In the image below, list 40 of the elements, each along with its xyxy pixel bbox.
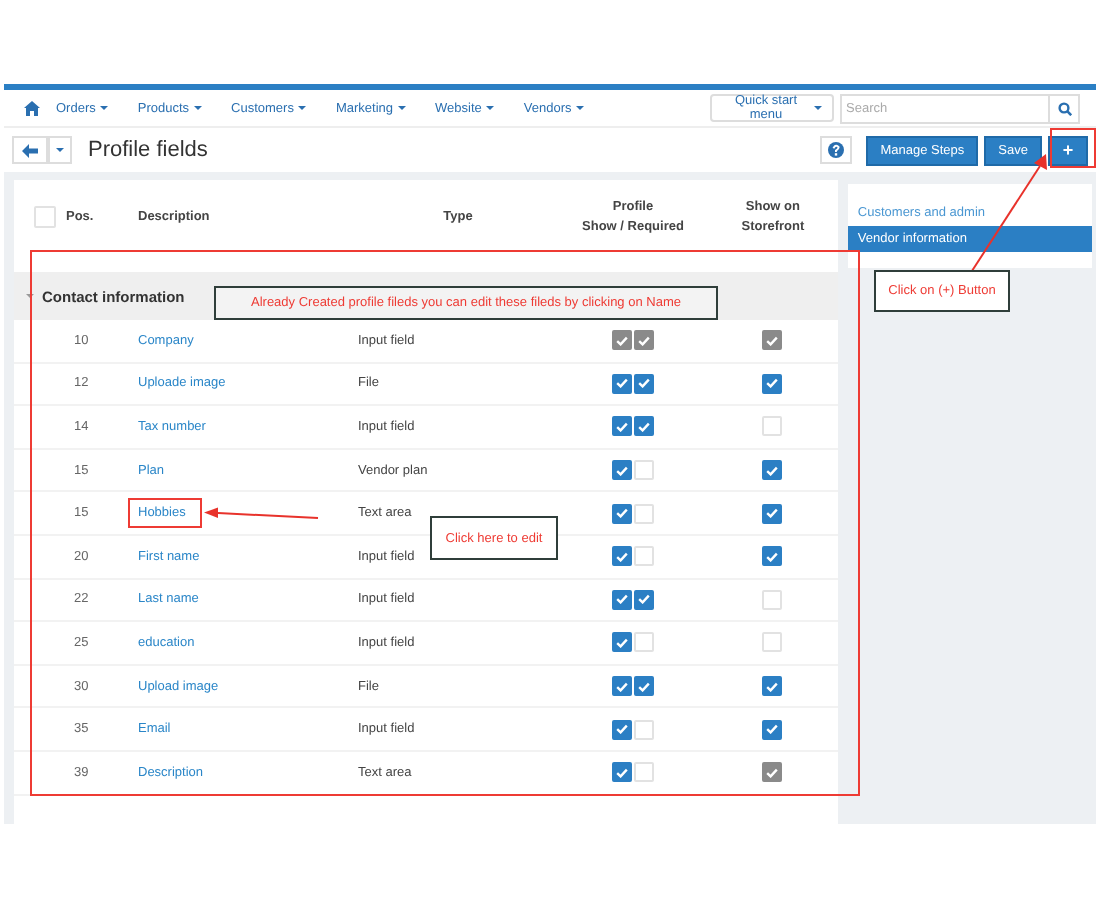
caret-icon: [814, 106, 822, 110]
checkbox[interactable]: [612, 589, 632, 610]
checkbox[interactable]: [634, 676, 654, 697]
select-all-checkbox[interactable]: [34, 205, 56, 227]
add-button[interactable]: +: [1048, 135, 1088, 165]
back-button[interactable]: [12, 136, 48, 164]
checkbox[interactable]: [612, 416, 632, 437]
checkbox[interactable]: [612, 632, 632, 653]
arrow-left-icon: [22, 143, 38, 157]
search-button[interactable]: [1048, 95, 1078, 121]
caret-icon: [575, 106, 584, 110]
search-icon: [1057, 101, 1071, 115]
checkbox[interactable]: [612, 373, 632, 394]
checkbox[interactable]: [612, 762, 632, 783]
checkbox[interactable]: [762, 503, 783, 524]
caret-icon: [193, 106, 202, 110]
checkbox[interactable]: [762, 546, 783, 567]
checkbox[interactable]: [612, 676, 632, 697]
checkbox[interactable]: [762, 719, 783, 740]
home-icon: [24, 100, 40, 116]
checkbox[interactable]: [612, 460, 632, 481]
checkbox[interactable]: [634, 416, 654, 437]
checkbox[interactable]: [634, 373, 654, 394]
caret-icon: [99, 106, 108, 110]
checkbox[interactable]: [762, 676, 783, 697]
arrow-annotation: [202, 506, 322, 522]
checkbox[interactable]: [612, 503, 632, 524]
caret-icon: [56, 148, 64, 152]
page-title: Profile fields: [88, 138, 208, 162]
checkbox[interactable]: [762, 373, 783, 394]
checkbox[interactable]: [612, 719, 632, 740]
checkbox[interactable]: [634, 589, 654, 610]
caret-icon: [485, 106, 494, 110]
checkbox[interactable]: [612, 546, 632, 567]
help-button[interactable]: [820, 136, 853, 164]
checkbox[interactable]: [762, 460, 783, 481]
highlight-frame: [1050, 128, 1096, 168]
caret-icon: [397, 106, 406, 110]
caret-icon: [297, 106, 306, 110]
help-icon: [828, 142, 845, 158]
